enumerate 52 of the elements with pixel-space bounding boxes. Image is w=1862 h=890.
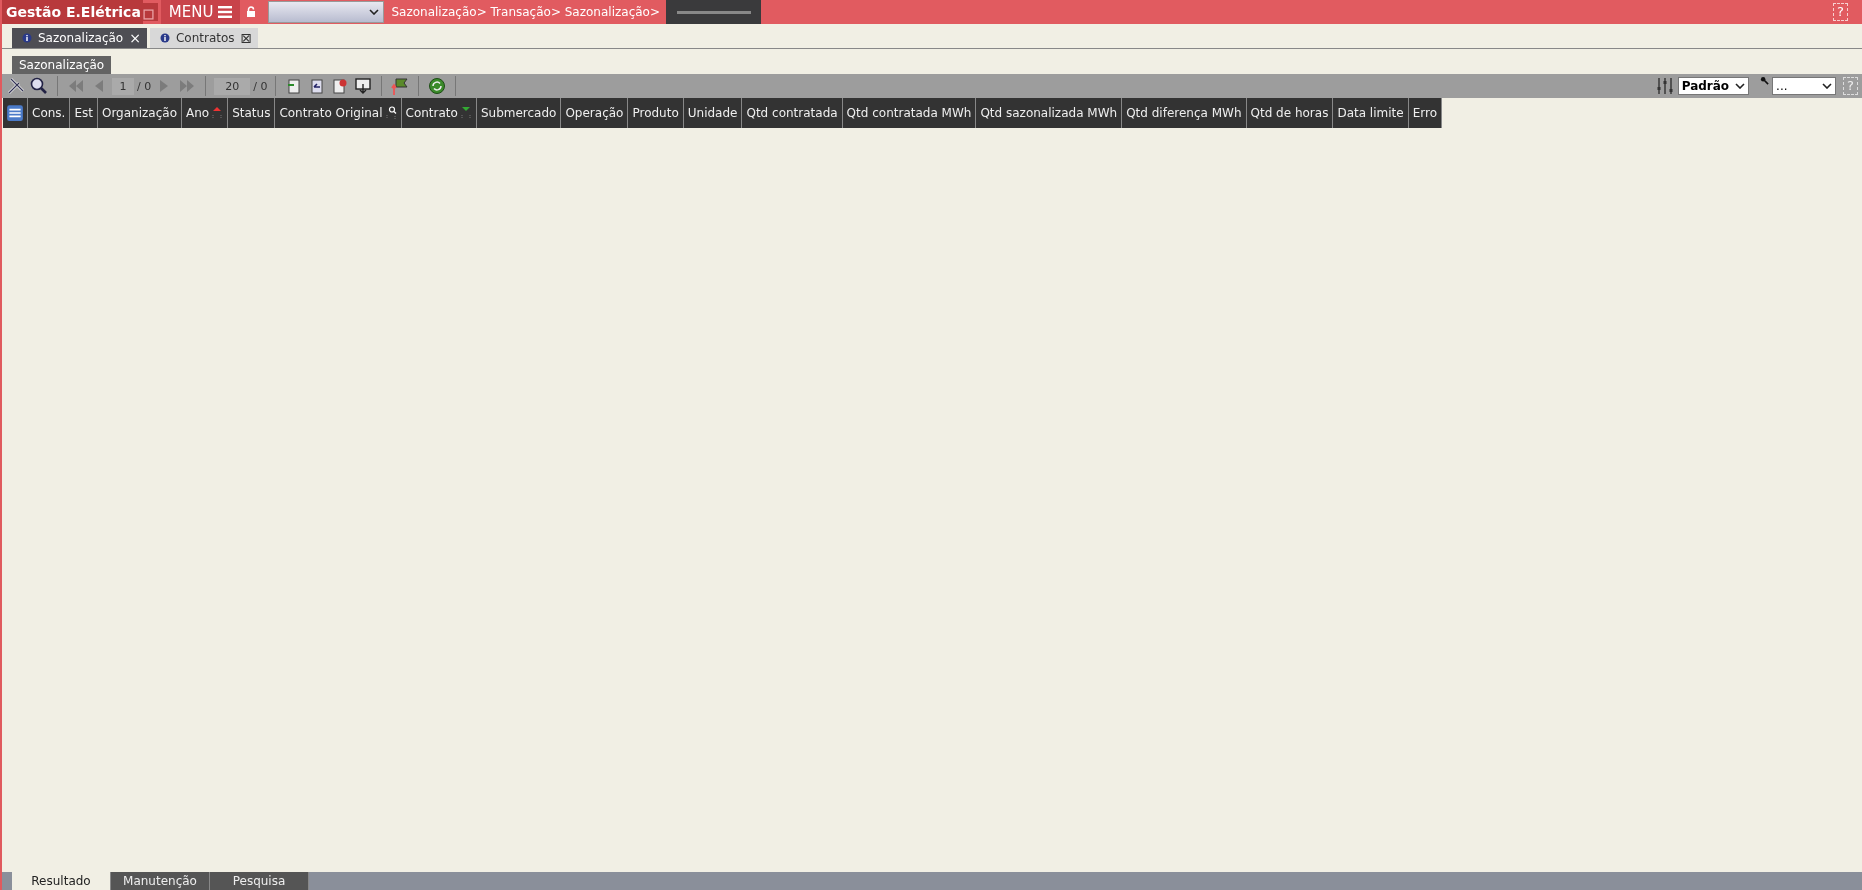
menu-button[interactable]: MENU xyxy=(160,0,241,24)
bottom-tab[interactable]: Resultado xyxy=(12,872,111,890)
info-icon xyxy=(22,33,32,43)
column-header[interactable]: Qtd sazonalizada MWh xyxy=(976,98,1123,128)
column-header[interactable]: Produto xyxy=(628,98,684,128)
column-header[interactable]: Erro xyxy=(1408,98,1442,128)
search-icon[interactable] xyxy=(29,76,49,96)
close-icon[interactable]: × xyxy=(129,30,141,46)
lock-icon[interactable] xyxy=(246,6,257,18)
column-header[interactable]: Qtd diferença MWh xyxy=(1122,98,1247,128)
info-icon xyxy=(159,33,170,43)
column-header[interactable]: Contrato Original xyxy=(275,98,402,128)
bottom-tab[interactable]: Pesquisa xyxy=(210,872,309,890)
column-header[interactable]: Data limite xyxy=(1333,98,1409,128)
page-size-field[interactable]: 20 xyxy=(214,77,251,95)
export-icon[interactable] xyxy=(353,76,374,96)
column-header[interactable]: Qtd de horas xyxy=(1246,98,1334,128)
column-header[interactable]: Submercado xyxy=(476,98,562,128)
column-header[interactable]: Operação xyxy=(561,98,629,128)
column-header[interactable]: Status xyxy=(228,98,276,128)
key-icon[interactable] xyxy=(1760,76,1770,85)
size-total: / 0 xyxy=(253,79,268,93)
refresh-icon[interactable] xyxy=(427,76,448,96)
column-header[interactable]: Unidade xyxy=(683,98,743,128)
tab-label[interactable]: Sazonalização xyxy=(38,31,124,45)
menu-icon xyxy=(218,6,233,18)
column-header[interactable]: Cons. xyxy=(28,98,71,128)
tab[interactable]: Sazonalização × xyxy=(12,28,147,48)
close-icon[interactable]: ⊠ xyxy=(240,30,253,46)
caret-icon xyxy=(369,9,380,15)
grid-settings-icon[interactable] xyxy=(6,104,24,122)
app-title: Gestão E.Elétrica xyxy=(2,0,143,24)
breadcrumb: Sazonalização> Transação> Sazonalização> xyxy=(390,5,661,19)
bottom-tab[interactable]: Manutenção xyxy=(111,872,210,890)
page-field[interactable]: 1 xyxy=(112,77,134,95)
page-total: / 0 xyxy=(137,79,152,93)
column-header[interactable]: Qtd contratada MWh xyxy=(842,98,977,128)
column-header[interactable]: Organização xyxy=(97,98,182,128)
column-header[interactable]: Contrato xyxy=(401,98,477,128)
caret-icon xyxy=(1735,83,1746,89)
tab[interactable]: Contratos ⊠ xyxy=(149,28,259,48)
tab-label[interactable]: Contratos xyxy=(175,31,235,45)
company-select[interactable] xyxy=(268,1,385,23)
caret-icon xyxy=(1822,83,1833,89)
help-button[interactable]: ? xyxy=(1833,3,1848,21)
column-header[interactable]: Qtd contratada xyxy=(742,98,843,128)
column-header[interactable]: Ano xyxy=(182,98,229,128)
flag-icon[interactable] xyxy=(390,76,411,96)
section-tab[interactable]: Sazonalização xyxy=(12,56,112,74)
view-select[interactable]: Padrão xyxy=(1677,77,1750,95)
column-header[interactable]: Est xyxy=(70,98,98,128)
filter-select[interactable]: ... xyxy=(1772,77,1837,95)
